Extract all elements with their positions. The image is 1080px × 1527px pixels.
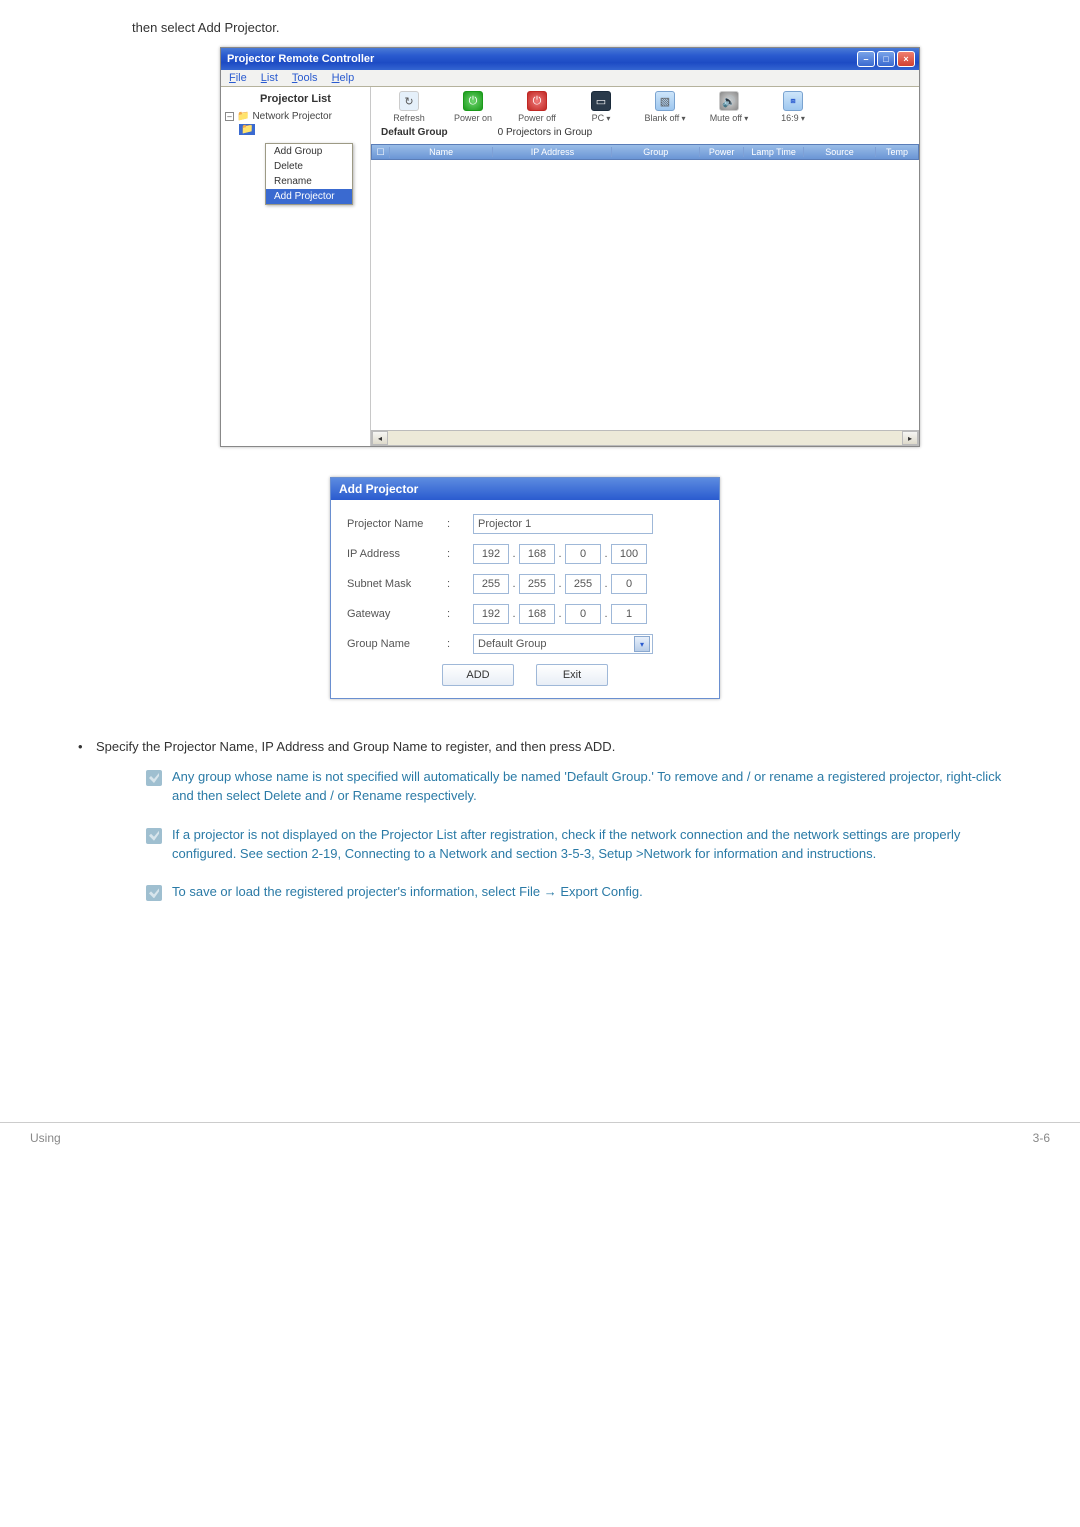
speaker-icon: 🔊 [719, 91, 739, 111]
ip-octet-4[interactable]: 100 [611, 544, 647, 564]
group-bar: Default Group 0 Projectors in Group [371, 125, 919, 144]
col-lamp-time[interactable]: Lamp Time [744, 147, 804, 157]
page-footer: Using 3-6 [0, 1122, 1080, 1165]
ip-octet-3[interactable]: 0 [565, 544, 601, 564]
context-rename[interactable]: Rename [266, 174, 352, 189]
col-checkbox[interactable]: ☐ [372, 147, 390, 158]
ip-octet-1[interactable]: 192 [473, 544, 509, 564]
subnet-mask-input[interactable]: 255. 255. 255. 0 [473, 574, 647, 594]
col-temp[interactable]: Temp [876, 147, 918, 157]
menu-list[interactable]: List [261, 72, 278, 84]
window-title: Projector Remote Controller [225, 53, 857, 65]
horizontal-scrollbar[interactable]: ◂ ▸ [371, 430, 919, 446]
window-minimize-button[interactable]: – [857, 51, 875, 67]
note-default-group: Any group whose name is not specified wi… [146, 768, 1020, 806]
label-subnet-mask: Subnet Mask [347, 578, 447, 590]
projector-count: 0 Projectors in Group [498, 127, 593, 138]
current-group-name: Default Group [381, 127, 448, 138]
note-icon [146, 885, 162, 901]
toolbar-blank-off[interactable]: ▧Blank off [633, 91, 697, 123]
window-close-button[interactable]: × [897, 51, 915, 67]
toolbar-power-off[interactable]: ⏻Power off [505, 91, 569, 123]
tree-collapse-icon[interactable]: – [225, 112, 234, 121]
note-not-displayed: If a projector is not displayed on the P… [146, 826, 1020, 864]
menubar: File List Tools Help [221, 70, 919, 87]
gw-octet-3[interactable]: 0 [565, 604, 601, 624]
blank-icon: ▧ [655, 91, 675, 111]
projector-name-input[interactable]: Projector 1 [473, 514, 653, 534]
ip-octet-2[interactable]: 168 [519, 544, 555, 564]
note-icon [146, 770, 162, 786]
toolbar-refresh[interactable]: ↻Refresh [377, 91, 441, 123]
gw-octet-2[interactable]: 168 [519, 604, 555, 624]
menu-help[interactable]: Help [332, 72, 355, 84]
power-off-icon: ⏻ [527, 91, 547, 111]
mask-octet-1[interactable]: 255 [473, 574, 509, 594]
toolbar-mute-off[interactable]: 🔊Mute off [697, 91, 761, 123]
window-titlebar: Projector Remote Controller – □ × [221, 48, 919, 70]
label-ip-address: IP Address [347, 548, 447, 560]
footer-page-number: 3-6 [1033, 1131, 1050, 1145]
source-icon: ▭ [591, 91, 611, 111]
col-ip-address[interactable]: IP Address [493, 147, 612, 157]
note-icon [146, 828, 162, 844]
dialog-title: Add Projector [331, 478, 719, 500]
toolbar-pc[interactable]: ▭PC [569, 91, 633, 123]
context-add-projector[interactable]: Add Projector [266, 189, 352, 204]
context-add-group[interactable]: Add Group [266, 144, 352, 159]
window-maximize-button[interactable]: □ [877, 51, 895, 67]
mask-octet-2[interactable]: 255 [519, 574, 555, 594]
projector-list-sidebar: Projector List – 📁 Network Projector 📁 A… [221, 87, 371, 446]
footer-section: Using [30, 1131, 61, 1145]
label-gateway: Gateway [347, 608, 447, 620]
intro-text: then select Add Projector. [132, 20, 1050, 35]
context-menu: Add Group Delete Rename Add Projector [265, 143, 353, 205]
gateway-input[interactable]: 192. 168. 0. 1 [473, 604, 647, 624]
toolbar-power-on[interactable]: ⏻Power on [441, 91, 505, 123]
chevron-down-icon[interactable]: ▾ [634, 636, 650, 652]
group-name-value: Default Group [478, 638, 546, 650]
context-delete[interactable]: Delete [266, 159, 352, 174]
sidebar-title: Projector List [225, 93, 366, 105]
gw-octet-1[interactable]: 192 [473, 604, 509, 624]
col-source[interactable]: Source [804, 147, 876, 157]
table-header: ☐ Name IP Address Group Power Lamp Time … [371, 144, 919, 160]
exit-button[interactable]: Exit [536, 664, 608, 686]
scroll-left-arrow[interactable]: ◂ [372, 431, 388, 445]
mask-octet-3[interactable]: 255 [565, 574, 601, 594]
menu-tools[interactable]: Tools [292, 72, 318, 84]
menu-file[interactable]: File [229, 72, 247, 84]
tree-root-network-projector[interactable]: – 📁 Network Projector [225, 111, 366, 122]
col-power[interactable]: Power [700, 147, 744, 157]
col-group[interactable]: Group [612, 147, 700, 157]
col-name[interactable]: Name [390, 147, 493, 157]
ip-address-input[interactable]: 192. 168. 0. 100 [473, 544, 647, 564]
note-export-config: To save or load the registered projecter… [146, 883, 1020, 902]
aspect-ratio-icon: ⧈ [783, 91, 803, 111]
toolbar: ↻Refresh ⏻Power on ⏻Power off ▭PC ▧Blank… [371, 87, 919, 125]
label-projector-name: Projector Name [347, 518, 447, 530]
table-body-empty [371, 160, 919, 430]
app-screenshot: Projector Remote Controller – □ × File L… [220, 47, 1050, 447]
label-group-name: Group Name [347, 638, 447, 650]
scroll-right-arrow[interactable]: ▸ [902, 431, 918, 445]
instruction-line: • Specify the Projector Name, IP Address… [78, 739, 1050, 754]
add-button[interactable]: ADD [442, 664, 514, 686]
tree-node-default-group[interactable]: 📁 [239, 124, 255, 135]
add-projector-dialog-screenshot: Add Projector Projector Name : Projector… [330, 477, 1050, 699]
power-on-icon: ⏻ [463, 91, 483, 111]
refresh-icon: ↻ [399, 91, 419, 111]
gw-octet-4[interactable]: 1 [611, 604, 647, 624]
mask-octet-4[interactable]: 0 [611, 574, 647, 594]
group-name-select[interactable]: Default Group ▾ [473, 634, 653, 654]
toolbar-aspect-ratio[interactable]: ⧈16:9 [761, 91, 825, 123]
